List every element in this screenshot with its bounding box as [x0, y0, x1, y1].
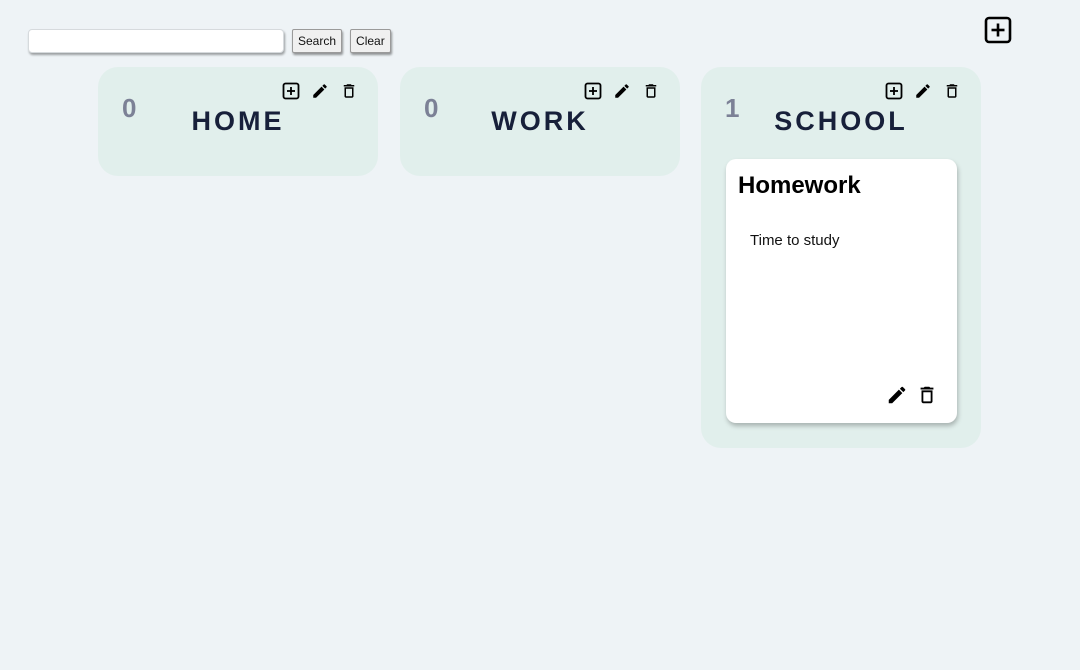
board-home: 0 HOME	[98, 67, 378, 176]
toolbar: Search Clear	[28, 28, 399, 54]
card-body: Time to study	[750, 232, 840, 249]
search-button[interactable]: Search	[292, 29, 343, 53]
delete-board-button[interactable]	[941, 80, 963, 102]
search-input[interactable]	[28, 29, 284, 53]
add-card-button[interactable]	[883, 80, 905, 102]
pencil-icon	[313, 84, 327, 98]
board-title: WORK	[491, 106, 589, 136]
board-actions	[582, 80, 662, 102]
edit-board-button[interactable]	[912, 80, 934, 102]
add-card-button[interactable]	[582, 80, 604, 102]
board-work: 0 WORK	[400, 67, 680, 176]
trash-icon	[343, 84, 355, 98]
board-actions	[883, 80, 963, 102]
card-actions	[885, 383, 939, 407]
card[interactable]: Homework Time to study	[726, 159, 957, 423]
delete-board-button[interactable]	[338, 80, 360, 102]
board-title: SCHOOL	[774, 106, 908, 136]
add-board-button[interactable]	[984, 16, 1012, 44]
add-card-button[interactable]	[280, 80, 302, 102]
pencil-icon	[888, 386, 906, 404]
board-school: 1 SCHOOL Homework Time to study	[701, 67, 981, 448]
add-box-icon	[984, 16, 1012, 44]
trash-icon	[920, 386, 934, 404]
edit-board-button[interactable]	[309, 80, 331, 102]
delete-board-button[interactable]	[640, 80, 662, 102]
add-box-icon	[584, 82, 602, 100]
trash-icon	[645, 84, 657, 98]
trash-icon	[946, 84, 958, 98]
clear-button[interactable]: Clear	[350, 29, 391, 53]
add-box-icon	[885, 82, 903, 100]
edit-card-button[interactable]	[885, 383, 909, 407]
edit-board-button[interactable]	[611, 80, 633, 102]
pencil-icon	[916, 84, 930, 98]
add-box-icon	[282, 82, 300, 100]
delete-card-button[interactable]	[915, 383, 939, 407]
pencil-icon	[615, 84, 629, 98]
board-title: HOME	[191, 106, 285, 136]
card-title: Homework	[738, 172, 861, 199]
board-actions	[280, 80, 360, 102]
